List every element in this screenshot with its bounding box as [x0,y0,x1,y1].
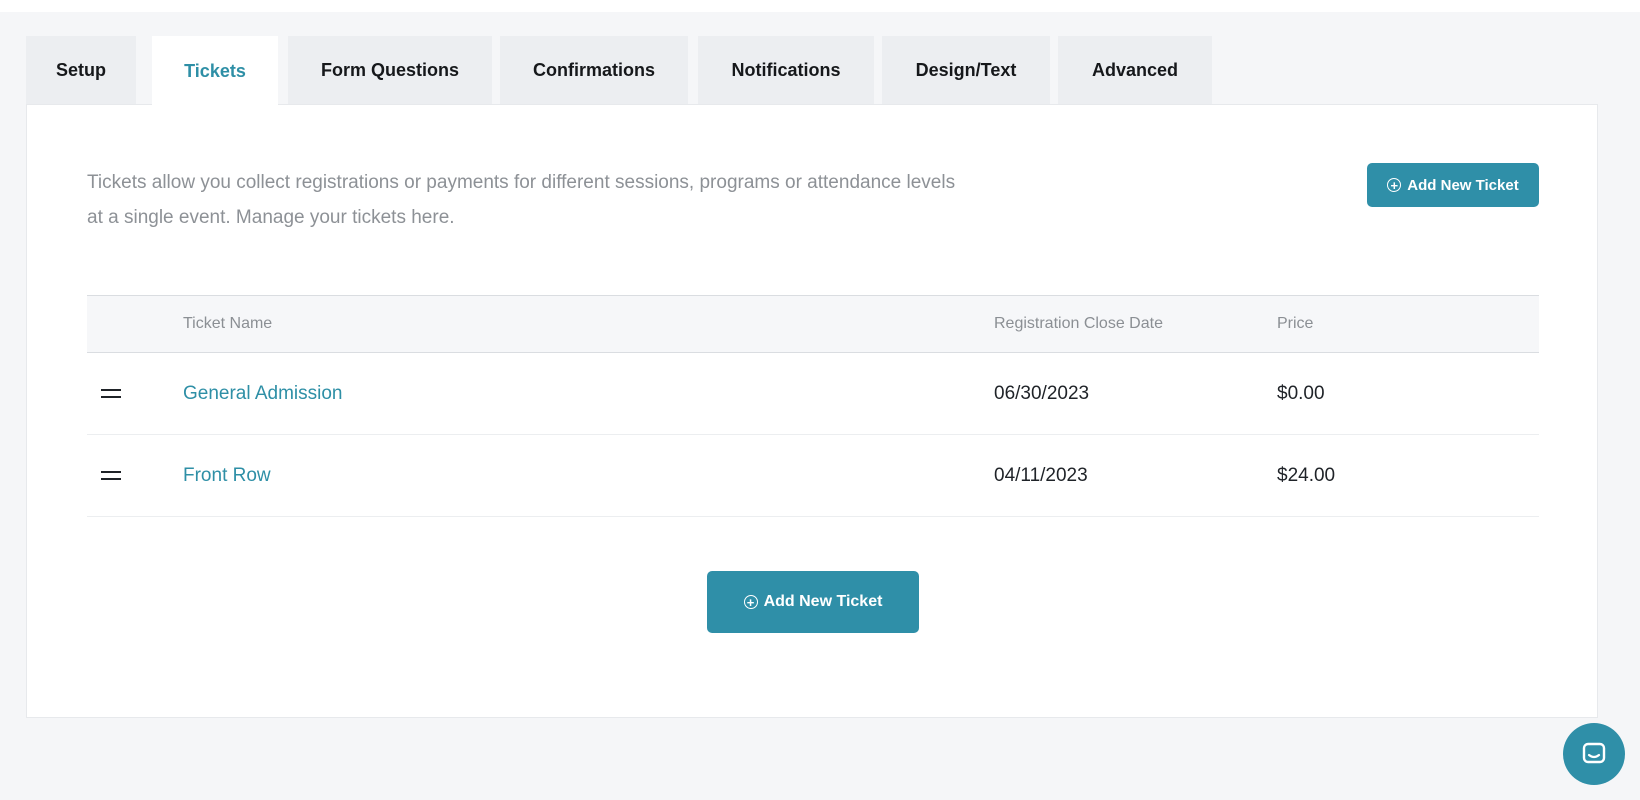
tab-tickets[interactable]: Tickets [152,36,278,106]
table-row: General Admission 06/30/2023 $0.00 [87,353,1539,435]
tab-label: Design/Text [915,59,1017,80]
tab-form-questions[interactable]: Form Questions [288,36,492,104]
tab-design-text[interactable]: Design/Text [882,36,1050,104]
column-header-registration-close-date: Registration Close Date [994,315,1163,332]
chat-widget-button[interactable] [1563,723,1625,785]
tab-label: Tickets [184,60,246,81]
plus-circle-icon: + [1387,178,1402,192]
registration-close-date: 06/30/2023 [994,382,1090,404]
drag-handle-icon[interactable] [101,389,121,398]
intro-line-2: at a single event. Manage your tickets h… [87,207,455,228]
add-new-ticket-button-top[interactable]: + Add New Ticket [1367,163,1539,207]
ticket-price: $24.00 [1277,464,1336,486]
tab-confirmations[interactable]: Confirmations [500,36,688,104]
intro-text: Tickets allow you collect registrations … [87,165,1047,235]
tickets-panel: Tickets allow you collect registrations … [26,104,1598,718]
column-header-price: Price [1277,315,1314,332]
plus-circle-icon: + [743,595,758,609]
tab-label: Notifications [731,59,841,80]
ticket-name-link[interactable]: General Admission [183,353,342,434]
tab-label: Form Questions [320,59,459,80]
column-header-ticket-name: Ticket Name [183,315,273,332]
tab-label: Confirmations [532,59,655,80]
tab-label: Setup [55,59,106,80]
tab-notifications[interactable]: Notifications [698,36,874,104]
ticket-name-link[interactable]: Front Row [183,435,271,516]
tab-label: Advanced [1091,59,1179,80]
table-row: Front Row 04/11/2023 $24.00 [87,435,1539,517]
add-new-ticket-label: Add New Ticket [1407,176,1519,194]
table-header: Ticket Name Registration Close Date Pric… [87,295,1539,353]
top-band [0,0,1640,12]
drag-handle-icon[interactable] [101,471,121,480]
add-new-ticket-button-bottom[interactable]: + Add New Ticket [707,571,919,633]
registration-close-date: 04/11/2023 [994,464,1088,486]
add-new-ticket-label: Add New Ticket [763,593,883,610]
intro-line-1: Tickets allow you collect registrations … [87,172,956,193]
ticket-price: $0.00 [1277,382,1325,404]
tab-advanced[interactable]: Advanced [1058,36,1212,104]
chat-bubble-icon [1582,742,1606,764]
tab-setup[interactable]: Setup [26,36,136,104]
